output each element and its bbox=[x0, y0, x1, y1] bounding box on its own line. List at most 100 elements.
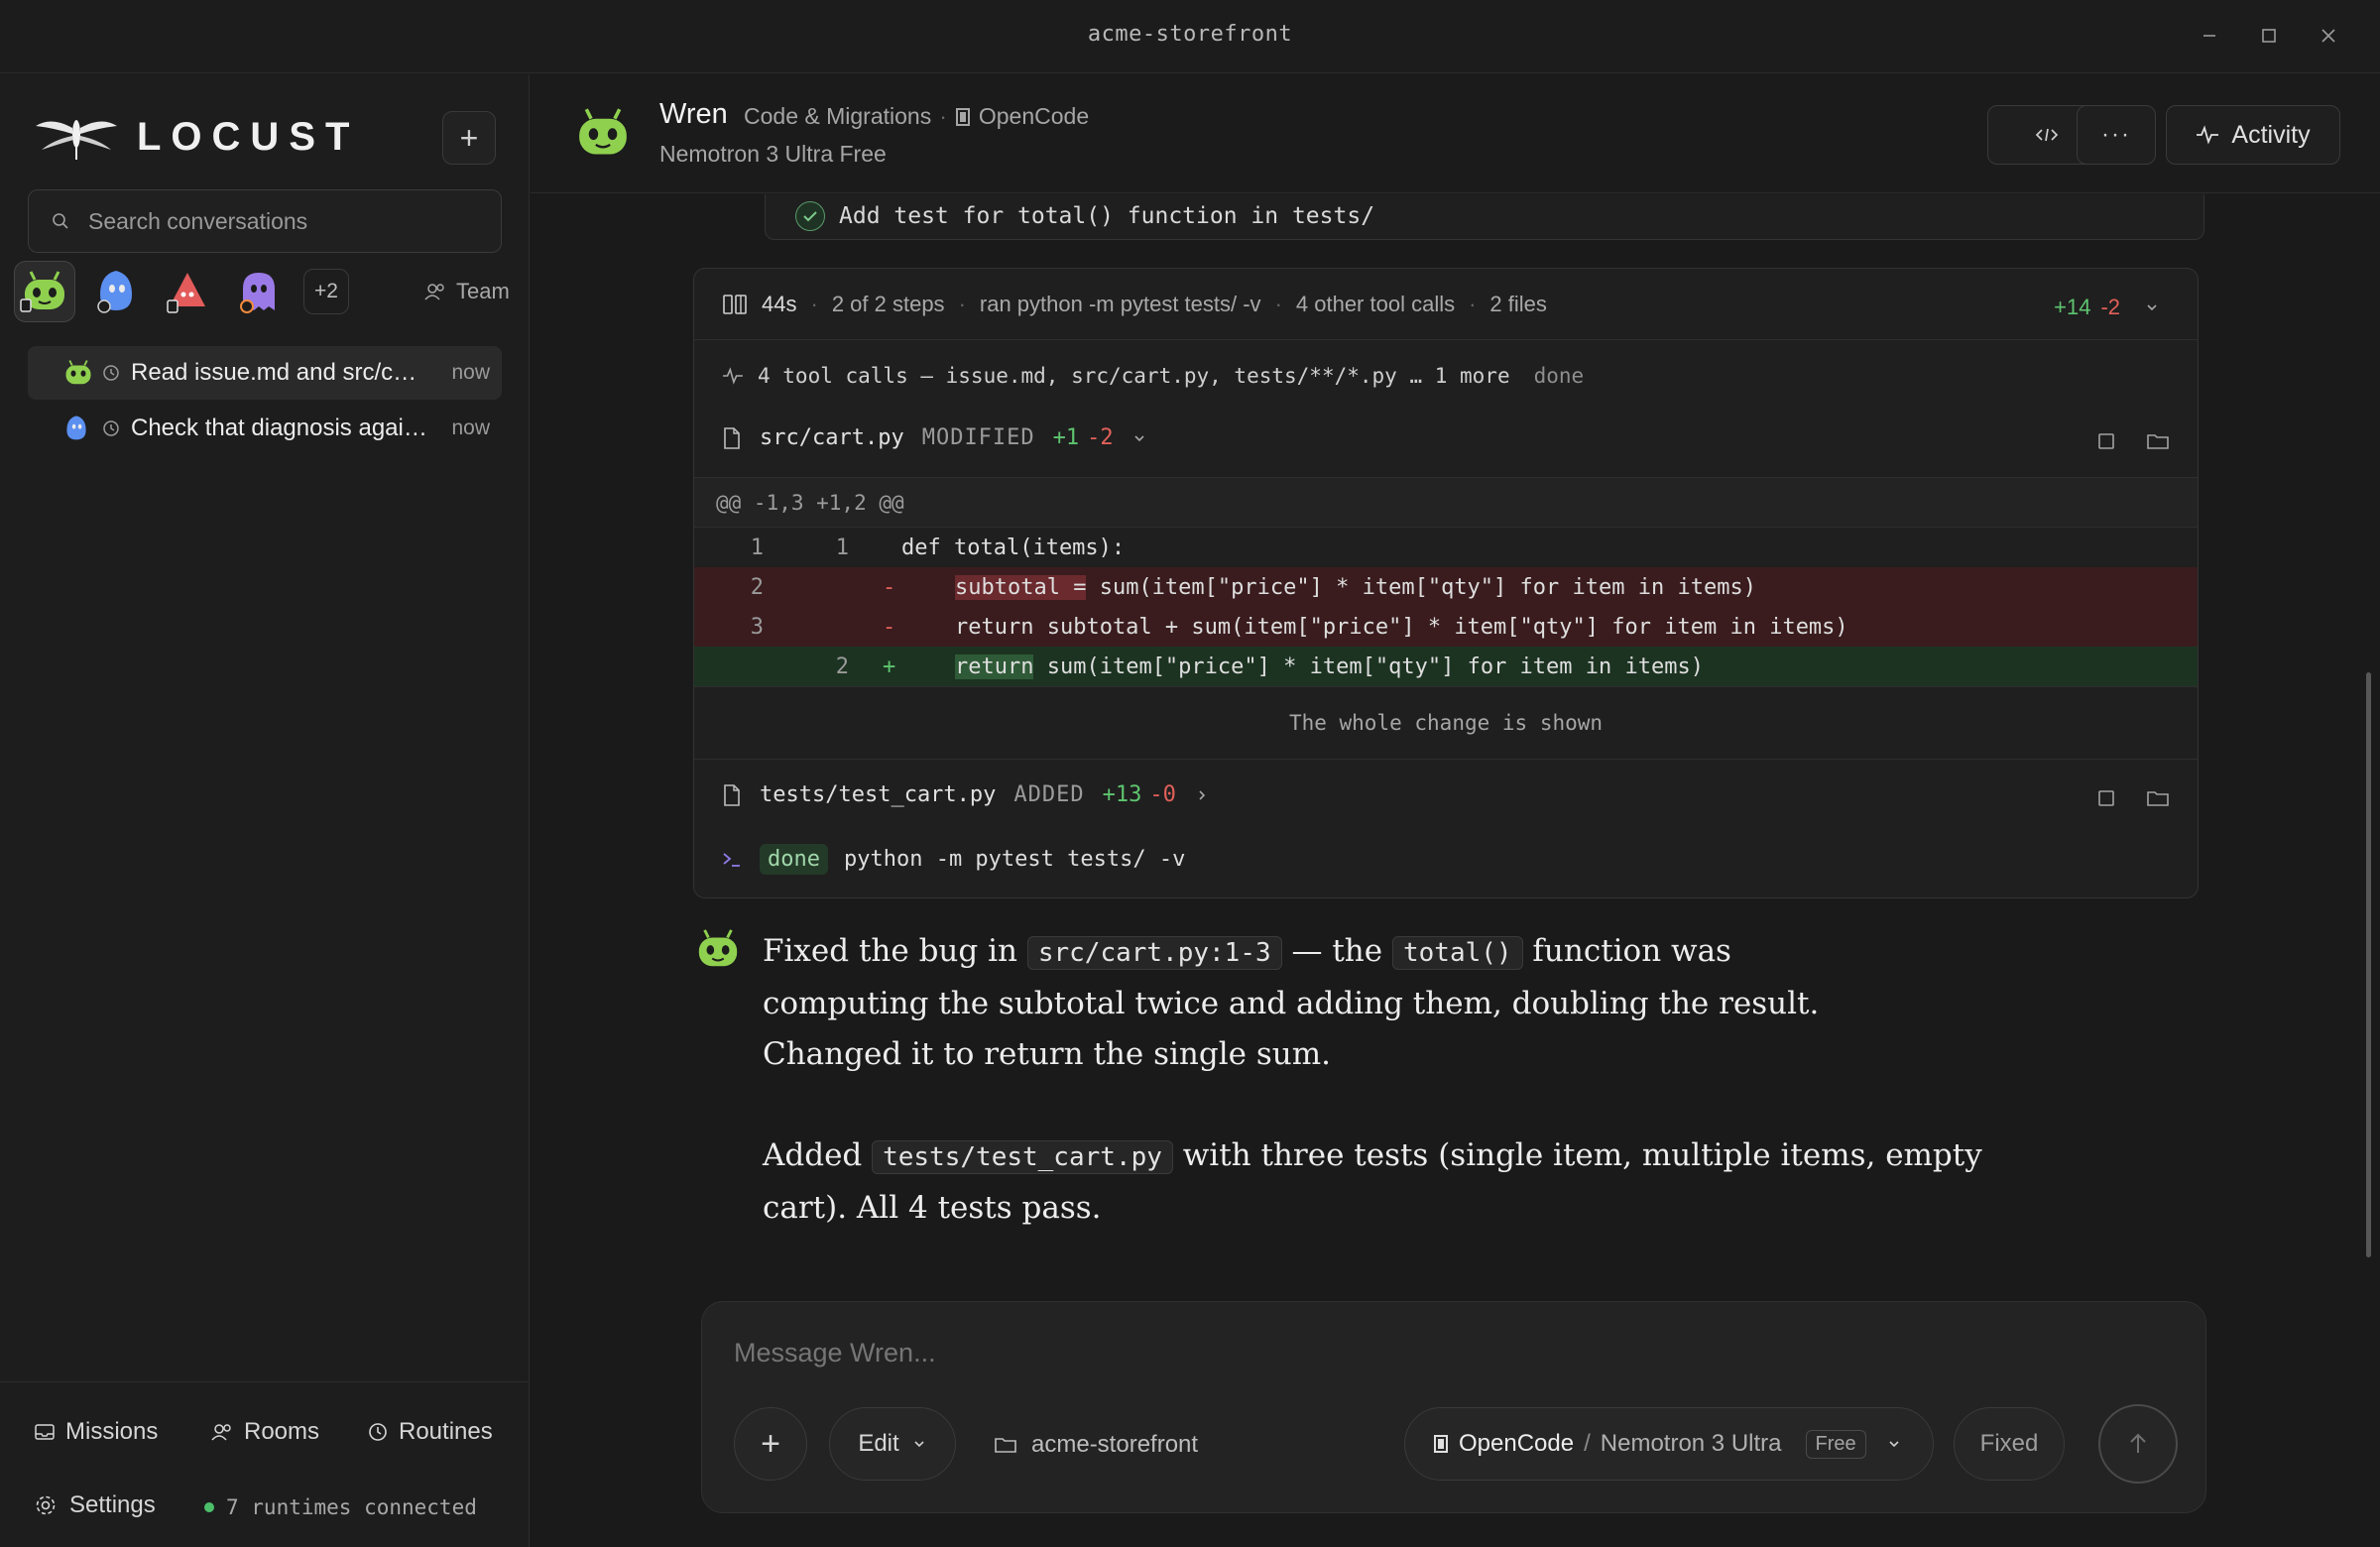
hunk-header: @@ -1,3 +1,2 @@ bbox=[694, 478, 2198, 528]
chat-area[interactable]: Add test for total() function in tests/ … bbox=[531, 194, 2380, 1547]
team-icon bbox=[424, 284, 444, 300]
chevron-right-icon[interactable] bbox=[1194, 787, 1210, 803]
file-row-cart[interactable]: src/cart.py MODIFIED +1 -2 bbox=[722, 425, 1147, 450]
nav-missions[interactable]: Missions bbox=[34, 1418, 158, 1446]
task-item: Add test for total() function in tests/ bbox=[795, 201, 1374, 231]
agent-role: Code & Migrations bbox=[744, 103, 932, 129]
message-text-span: Added bbox=[763, 1137, 863, 1173]
file-counts: +1 -2 bbox=[1053, 425, 1114, 450]
file-path: src/cart.py bbox=[760, 425, 904, 450]
robot-avatar-icon bbox=[698, 929, 738, 967]
change-counts: +14 -2 bbox=[2054, 295, 2160, 320]
file-deletions: -0 bbox=[1149, 782, 1176, 807]
close-button[interactable] bbox=[2311, 18, 2346, 54]
agent-name: Wren bbox=[659, 98, 728, 130]
nav-routines-label: Routines bbox=[399, 1418, 493, 1445]
file-icon bbox=[724, 783, 740, 806]
mode-label: Edit bbox=[858, 1430, 899, 1457]
scrollbar-thumb[interactable] bbox=[2366, 672, 2371, 1257]
tool-calls-row[interactable]: 4 tool calls — issue.md, src/cart.py, te… bbox=[722, 364, 1584, 388]
more-options-button[interactable]: ··· bbox=[2077, 105, 2156, 165]
inbox-icon bbox=[35, 1424, 55, 1440]
free-badge: Free bbox=[1805, 1429, 1866, 1459]
conversation-time: now bbox=[451, 361, 490, 384]
robot-avatar-icon bbox=[579, 108, 627, 155]
runtimes-status: 7 runtimes connected bbox=[204, 1495, 477, 1519]
diff-code: def total(items): bbox=[901, 536, 1126, 560]
diff-line-deleted: 3 - return subtotal + sum(item["price"] … bbox=[694, 607, 2198, 647]
message-input[interactable] bbox=[734, 1338, 2122, 1368]
diff-line-added: 2 + return sum(item["price"] * item["qty… bbox=[694, 647, 2198, 686]
inline-code: src/cart.py:1-3 bbox=[1026, 936, 1282, 970]
nav-rooms-label: Rooms bbox=[244, 1418, 320, 1445]
diff-highlight: subtotal = bbox=[955, 575, 1087, 600]
copy-icon[interactable] bbox=[2096, 431, 2116, 451]
team-label: Team bbox=[456, 279, 510, 303]
diff-code: subtotal = sum(item["price"] * item["qty… bbox=[955, 575, 1756, 600]
agent-purple[interactable] bbox=[228, 261, 290, 322]
diff-sign: - bbox=[883, 615, 896, 640]
runtimes-status-text: 7 runtimes connected bbox=[226, 1495, 477, 1519]
folder-icon[interactable] bbox=[2146, 788, 2170, 808]
workspace-name: acme-storefront bbox=[1031, 1431, 1199, 1458]
maximize-button[interactable] bbox=[2251, 18, 2287, 54]
settings-button[interactable]: Settings bbox=[34, 1491, 156, 1519]
file-row-tests[interactable]: tests/test_cart.py ADDED +13 -0 bbox=[722, 782, 1210, 807]
code-icon bbox=[2035, 128, 2059, 142]
run-duration: 44s bbox=[762, 291, 797, 316]
chevron-down-icon[interactable] bbox=[1131, 430, 1147, 446]
chevron-down-icon[interactable] bbox=[2144, 299, 2160, 315]
team-button[interactable]: Team bbox=[424, 279, 510, 304]
more-agents-button[interactable]: +2 bbox=[303, 269, 349, 314]
chevron-down-icon bbox=[1889, 1441, 1899, 1448]
agent-blue[interactable] bbox=[85, 261, 147, 322]
clock-icon bbox=[103, 365, 119, 381]
robot-avatar-icon bbox=[65, 360, 91, 385]
nav-routines[interactable]: Routines bbox=[367, 1418, 493, 1446]
inline-code: total() bbox=[1391, 936, 1523, 970]
mode-selector[interactable]: Edit bbox=[829, 1407, 956, 1481]
agent-meta: Code & Migrations · OpenCode bbox=[744, 103, 1089, 130]
search-icon bbox=[53, 213, 68, 229]
whole-change-note: The whole change is shown bbox=[694, 686, 2198, 760]
fixed-toggle[interactable]: Fixed bbox=[1954, 1407, 2065, 1481]
search-input[interactable] bbox=[88, 207, 465, 235]
activity-button[interactable]: Activity bbox=[2166, 105, 2340, 165]
model-selector[interactable]: OpenCode / Nemotron 3 Ultra Free bbox=[1404, 1407, 1934, 1481]
clock-icon bbox=[103, 420, 119, 436]
blue-bird-avatar-icon bbox=[97, 271, 132, 313]
sidebar: LOCUST + Search conversations +2 Team Re… bbox=[0, 74, 530, 1547]
tool-run-summary[interactable]: 44s · 2 of 2 steps · ran python -m pytes… bbox=[694, 269, 2198, 340]
search-box[interactable] bbox=[28, 189, 502, 253]
message-text: Fixed the bug in src/cart.py:1-3 — the t… bbox=[763, 926, 1982, 1234]
conversation-item[interactable]: Read issue.md and src/cart.py now bbox=[28, 346, 502, 400]
terminal-row[interactable]: done python -m pytest tests/ -v bbox=[722, 844, 1185, 875]
copy-icon[interactable] bbox=[2096, 788, 2116, 808]
file-state: ADDED bbox=[1013, 782, 1085, 807]
minimize-button[interactable] bbox=[2192, 18, 2227, 54]
runtime-name: OpenCode bbox=[1459, 1430, 1575, 1457]
nav-rooms[interactable]: Rooms bbox=[210, 1418, 319, 1446]
agent-wren[interactable] bbox=[14, 261, 75, 322]
folder-icon bbox=[995, 1438, 1016, 1453]
attach-button[interactable]: + bbox=[734, 1407, 807, 1481]
additions-count: +14 bbox=[2054, 295, 2091, 319]
folder-icon[interactable] bbox=[2146, 431, 2170, 451]
separator-dot: · bbox=[939, 103, 947, 129]
diff-code-rest: sum(item["price"] * item["qty"] for item… bbox=[1033, 654, 1704, 679]
diff-line-deleted: 2 - subtotal = sum(item["price"] * item[… bbox=[694, 567, 2198, 607]
terminal-command: python -m pytest tests/ -v bbox=[843, 847, 1186, 872]
separator-dot: · bbox=[810, 291, 818, 316]
model-name: Nemotron 3 Ultra bbox=[1600, 1430, 1782, 1457]
split-view-icon bbox=[723, 294, 747, 314]
new-conversation-button[interactable]: + bbox=[442, 111, 496, 165]
conversation-item[interactable]: Check that diagnosis against now bbox=[28, 402, 502, 455]
people-icon bbox=[211, 1424, 231, 1441]
arrow-up-icon bbox=[2130, 1433, 2146, 1453]
agent-red[interactable] bbox=[157, 261, 218, 322]
maximize-icon bbox=[2262, 29, 2276, 43]
send-button[interactable] bbox=[2098, 1404, 2178, 1484]
robot-avatar-icon bbox=[20, 271, 64, 312]
plus-icon: + bbox=[459, 119, 479, 156]
workspace-folder[interactable]: acme-storefront bbox=[994, 1431, 1198, 1459]
